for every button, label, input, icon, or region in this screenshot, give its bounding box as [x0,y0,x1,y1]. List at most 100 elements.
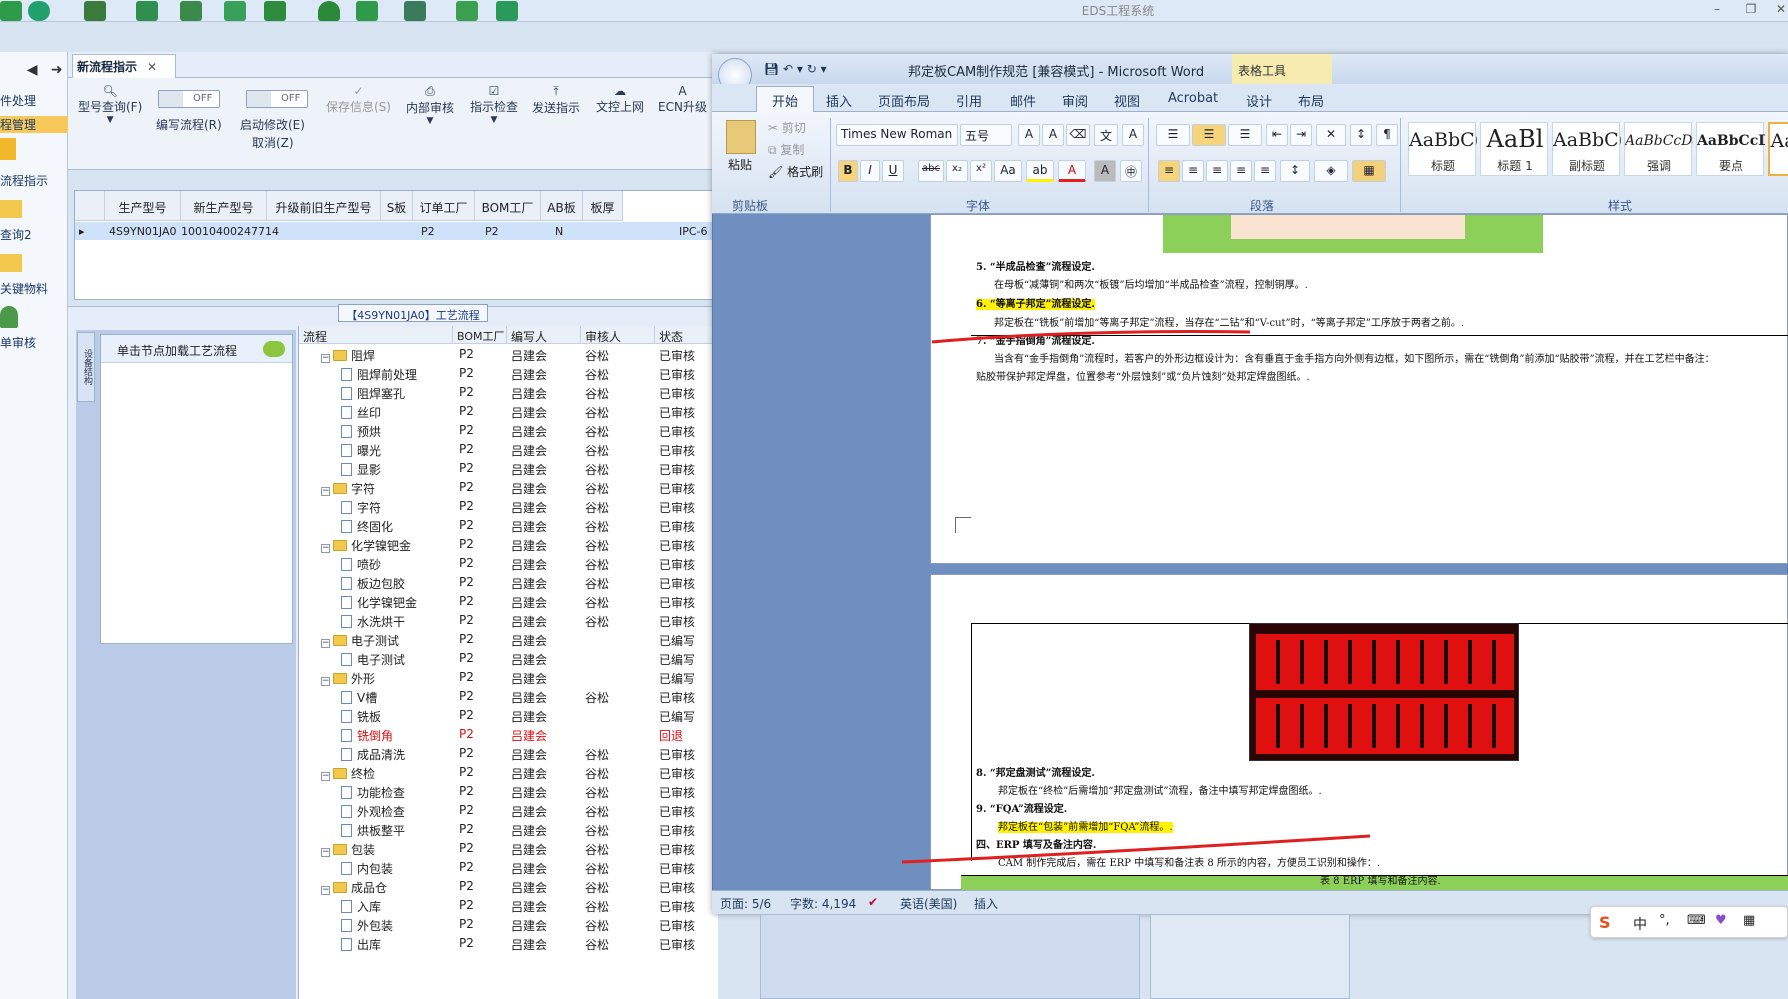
clear-format-icon[interactable]: ⌫ [1066,124,1090,146]
tree-row[interactable]: − 电子测试 P2 吕建会 已编写 [299,630,719,649]
collapse-icon[interactable]: − [321,677,330,686]
grid-header[interactable]: 升级前旧生产型号 [267,191,381,221]
font-size-select[interactable]: 五号 [960,124,1012,146]
tree-row[interactable]: 丝印 P2 吕建会 谷松 已审核 [299,402,719,421]
node-hint[interactable]: 单击节点加载工艺流程 [117,342,237,359]
grid-icon[interactable] [264,1,286,21]
keyboard-icon[interactable]: ⌨ [1687,913,1706,928]
tree-node[interactable]: − 终检 [321,765,375,782]
tree-node[interactable]: 功能检查 [341,784,405,801]
punctuation-icon[interactable]: °, [1659,913,1670,928]
save-info-button[interactable]: ✓ 保存信息(S) [326,84,391,115]
nav-item-process[interactable]: 件处理 [0,92,68,109]
language-indicator[interactable]: 英语(美国) [900,895,957,912]
nav-item-query2[interactable]: 查询2 [0,226,68,243]
style-item[interactable]: AaBbCcDd 强调 [1624,122,1693,176]
collapse-icon[interactable]: − [321,354,330,363]
tree-row[interactable]: 内包装 P2 吕建会 谷松 已审核 [299,858,719,877]
tab-acrobat[interactable]: Acrobat [1168,91,1218,106]
multilevel-list-icon[interactable]: ☰ [1228,124,1262,146]
tab-table-layout[interactable]: 布局 [1298,91,1324,110]
tree-node[interactable]: − 字符 [321,480,375,497]
grid-header[interactable]: 订单工厂 [413,191,475,221]
tree-node[interactable]: 外包装 [341,917,393,934]
clipboard-icon[interactable] [726,120,756,154]
tree-node[interactable]: − 包装 [321,841,375,858]
grid-header[interactable]: 生产型号 [105,191,181,221]
tree-node[interactable]: − 电子测试 [321,632,399,649]
word-count[interactable]: 字数: 4,194 [790,895,856,912]
check-button[interactable]: ☑ 指示检查 ▼ [470,84,518,125]
decrease-indent-icon[interactable]: ⇤ [1266,124,1288,146]
grid-header[interactable]: BOM工厂 [475,191,541,221]
tree-row[interactable]: 入库 P2 吕建会 谷松 已审核 [299,896,719,915]
collapse-icon[interactable]: − [321,886,330,895]
send-button[interactable]: ⤒ 发送指示 [532,84,580,116]
bold-icon[interactable]: B [838,160,858,182]
tab-review[interactable]: 审阅 [1062,91,1088,110]
tab-references[interactable]: 引用 [956,91,982,110]
collapse-icon[interactable]: − [321,639,330,648]
char-border-icon[interactable]: A [1122,124,1144,146]
search-icon[interactable] [0,1,22,21]
tree-header[interactable]: 编写人 [507,326,581,344]
tree-node[interactable]: 曝光 [341,442,381,459]
align-left-icon[interactable]: ≡ [1158,160,1180,182]
highlight-icon[interactable]: ab [1026,160,1054,182]
tree-node[interactable]: 终固化 [341,518,393,535]
tree-node[interactable]: V槽 [341,689,377,706]
tree-node[interactable]: 成品清洗 [341,746,405,763]
style-item[interactable]: AaB [1768,122,1788,176]
tree-node[interactable]: 出库 [341,936,381,953]
tree-node[interactable]: 入库 [341,898,381,915]
grid-header[interactable]: S板 [381,191,413,221]
shrink-font-icon[interactable]: A [1042,124,1064,146]
grid-header[interactable]: 新生产型号 [181,191,267,221]
upload-button[interactable]: ☁ 文控上网 [596,84,644,115]
ecn-button[interactable]: A ECN升级 [658,84,707,115]
tree-node[interactable]: − 化学镍钯金 [321,537,411,554]
sort-icon[interactable]: ↕ [1350,124,1372,146]
lifebuoy-icon[interactable] [28,1,50,21]
tree-row[interactable]: 功能检查 P2 吕建会 谷松 已审核 [299,782,719,801]
vertical-tab[interactable]: 设备结构 [77,332,95,402]
tree-row[interactable]: − 成品仓 P2 吕建会 谷松 已审核 [299,877,719,896]
tree-row[interactable]: − 阻焊 P2 吕建会 谷松 已审核 [299,345,719,364]
skin-icon[interactable]: ♥ [1715,913,1727,928]
internal-review-button[interactable]: ⎙ 内部审核 ▼ [406,84,454,126]
show-marks-icon[interactable]: ¶ [1376,124,1398,146]
ime-chinese-mode[interactable]: 中 [1633,914,1647,934]
tree-header[interactable]: 流程 [299,326,453,344]
tree-row[interactable]: 外包装 P2 吕建会 谷松 已审核 [299,915,719,934]
tree-node[interactable]: 显影 [341,461,381,478]
tab-view[interactable]: 视图 [1114,91,1140,110]
tree-row[interactable]: 曝光 P2 吕建会 谷松 已审核 [299,440,719,459]
cancel-button[interactable]: 取消(Z) [252,134,294,151]
copy-button[interactable]: ⧉ 复制 [768,141,804,158]
proofing-icon[interactable]: ✔ [868,895,878,909]
cut-button[interactable]: ✂ 剪切 [768,119,806,136]
tree-row[interactable]: 电子测试 P2 吕建会 已编写 [299,649,719,668]
nav-item-manage[interactable]: 程管理 [0,116,68,133]
tree-node[interactable]: 铣倒角 [341,727,393,744]
tree-node[interactable]: − 外形 [321,670,375,687]
tree-row[interactable]: 喷砂 P2 吕建会 谷松 已审核 [299,554,719,573]
numbering-icon[interactable]: ☰ [1192,124,1226,146]
font-color-icon[interactable]: A [1058,160,1086,182]
tree-header[interactable]: 审核人 [581,326,655,344]
tree-row[interactable]: 化学镍钯金 P2 吕建会 谷松 已审核 [299,592,719,611]
increase-indent-icon[interactable]: ⇥ [1290,124,1312,146]
style-item[interactable]: AaBl 标题 1 [1480,122,1548,176]
tree-row[interactable]: 阻焊塞孔 P2 吕建会 谷松 已审核 [299,383,719,402]
phonetic-icon[interactable]: 文 [1094,124,1118,146]
close-icon[interactable]: ✕ [147,60,157,74]
collapse-icon[interactable]: − [321,487,330,496]
edit-flow-toggle[interactable]: OFF [158,90,220,108]
grid-header[interactable]: AB板 [541,191,583,221]
borders-icon[interactable]: ▦ [1352,160,1386,182]
tree-node[interactable]: 烘板整平 [341,822,405,839]
monitor-icon[interactable] [404,1,426,21]
bullets-icon[interactable]: ☰ [1156,124,1190,146]
tree-row[interactable]: − 包装 P2 吕建会 谷松 已审核 [299,839,719,858]
sogou-icon[interactable]: S [1599,913,1611,932]
